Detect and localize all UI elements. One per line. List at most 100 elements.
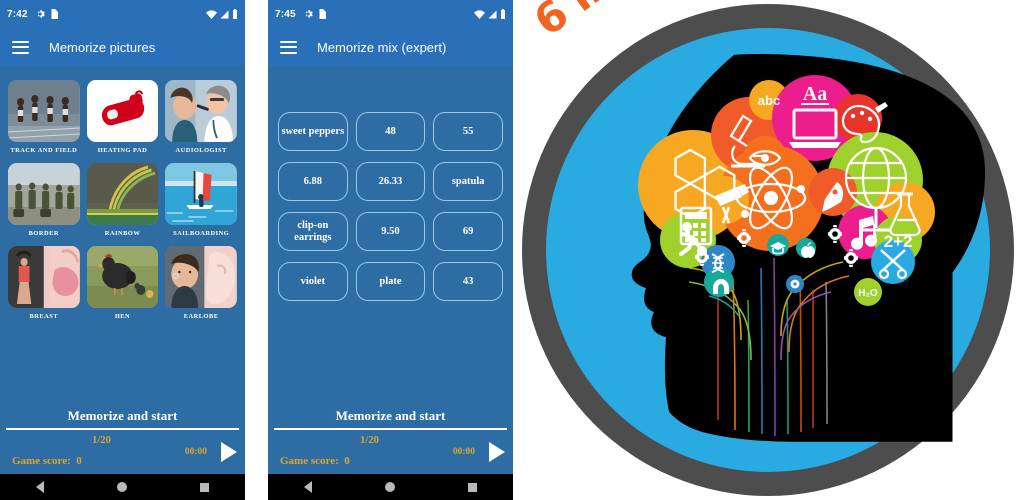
recents-icon[interactable] [199,482,209,492]
game-score: Game score: 0 [280,455,350,467]
picture-card[interactable]: HEATING PAD [86,80,159,154]
timer: 00:00 [452,447,475,457]
android-navigation-bar [0,474,245,500]
progress-counter: 1/20 [92,435,111,446]
status-left-icons [303,9,326,19]
picture-thumbnail-rainbow[interactable] [86,163,159,226]
score-area: 1/20 Game score: 0 00:00 [268,430,513,474]
picture-thumbnail-track-and-field[interactable] [8,80,80,142]
picture-label: EARLOBE [183,313,219,321]
hamburger-icon[interactable] [280,40,297,54]
picture-label: TRACK AND FIELD [10,147,78,154]
picture-thumbnail-border[interactable] [8,163,80,226]
tile-grid-content: sweet peppers 48 55 6.88 26.33 spatula c… [268,66,513,405]
memory-tile[interactable]: violet [278,262,348,301]
timer: 00:00 [184,447,207,457]
hamburger-icon[interactable] [12,40,29,54]
phone-screenshot-memorize-pictures: 7:42 Memorize pictures TRACK AND FIELD H… [0,0,245,500]
back-icon[interactable] [304,481,313,493]
picture-thumbnail-hen[interactable] [86,246,159,309]
app-bar: Memorize pictures [0,28,245,66]
game-score: Game score: 0 [12,455,82,467]
status-left-icons [35,9,58,19]
status-bar: 7:42 [0,0,245,28]
sim-card-icon [51,9,58,19]
picture-thumbnail-earlobe[interactable] [165,246,237,309]
bottom-control-panel: Memorize and start 1/20 Game score: 0 00… [268,405,513,474]
text-aa-icon: Aa [803,83,827,105]
picture-thumbnail-breast[interactable] [8,246,80,309]
game-score-label: Game score: [280,455,339,467]
memory-tile[interactable]: spatula [433,162,503,201]
status-right-icons [474,9,506,19]
memorize-and-start-label: Memorize and start [67,408,178,423]
picture-label: RAINBOW [104,230,141,238]
battery-icon [233,9,237,19]
biohazard-icon [790,279,800,289]
status-time: 7:42 [7,8,28,20]
memory-tile[interactable]: 43 [433,262,503,301]
bottom-control-panel: Memorize and start 1/20 Game score: 0 00… [0,405,245,474]
memory-tile[interactable]: clip-on earrings [278,212,348,251]
recents-icon[interactable] [467,482,477,492]
memorize-and-start-label: Memorize and start [335,408,446,423]
picture-card[interactable]: SAILBOARDING [165,163,237,237]
memory-tile-grid: sweet peppers 48 55 6.88 26.33 spatula c… [268,66,513,301]
home-icon[interactable] [116,482,127,492]
phone-screenshot-memorize-mix-expert: 7:45 Memorize mix (expert) sweet peppers… [268,0,513,500]
gear-icon [37,10,45,18]
picture-card[interactable]: BORDER [8,163,80,237]
page-title: Memorize pictures [49,39,156,55]
picture-card[interactable]: HEN [86,246,159,321]
memory-tile[interactable]: plate [355,262,426,301]
picture-card[interactable]: BREAST [8,246,80,320]
page-title: Memorize mix (expert) [317,39,447,55]
picture-label: BREAST [29,313,59,321]
wifi-icon [206,9,217,19]
picture-label: HEATING PAD [97,147,148,154]
status-bar: 7:45 [268,0,513,28]
picture-label: SAILBOARDING [173,230,230,238]
picture-label: HEN [114,313,131,321]
game-score-label: Game score: [12,455,71,467]
brain-logo-graphic: abc Aa 2+2 H₂O [522,4,1014,496]
back-icon[interactable] [36,481,45,493]
status-right-icons [206,9,238,19]
picture-label: AUDIOLOGIST [175,147,227,154]
sim-card-icon [319,9,326,19]
picture-card[interactable]: AUDIOLOGIST [165,80,237,154]
picture-grid-content: TRACK AND FIELD HEATING PAD AUDIOLOGIST … [0,66,245,405]
picture-thumbnail-audiologist[interactable] [165,80,237,142]
picture-thumbnail-heating-pad[interactable] [86,80,159,142]
picture-label: BORDER [28,230,59,238]
android-navigation-bar [268,474,513,500]
memory-tile[interactable]: 55 [433,112,503,151]
game-score-value: 0 [76,455,82,467]
app-logo-panel: abc Aa 2+2 H₂O [513,0,1024,500]
play-icon[interactable] [221,442,237,462]
picture-card[interactable]: TRACK AND FIELD [8,80,80,154]
progress-counter: 1/20 [360,435,379,446]
memory-tile[interactable]: 9.50 [355,212,426,251]
wifi-icon [474,9,485,19]
game-score-value: 0 [344,455,350,467]
picture-thumbnail-sailboarding[interactable] [165,163,237,226]
memory-tile[interactable]: 69 [433,212,503,251]
signal-icon [488,10,497,18]
memory-tile[interactable]: 48 [355,112,426,151]
memory-tile[interactable]: 6.88 [278,162,348,201]
picture-grid: TRACK AND FIELD HEATING PAD AUDIOLOGIST … [0,66,245,320]
screenshot-root: 7:42 Memorize pictures TRACK AND FIELD H… [0,0,1024,500]
home-icon[interactable] [384,482,395,492]
memory-tile[interactable]: 26.33 [355,162,426,201]
picture-card[interactable]: RAINBOW [86,163,159,238]
math-2plus2-icon: 2+2 [884,232,913,251]
gear-icon [305,10,313,18]
play-icon[interactable] [489,442,505,462]
h2o-icon: H₂O [858,288,878,299]
abc-icon: abc [758,93,780,108]
app-bar: Memorize mix (expert) [268,28,513,66]
memory-tile[interactable]: sweet peppers [278,112,348,151]
status-time: 7:45 [275,8,296,20]
picture-card[interactable]: EARLOBE [165,246,237,320]
